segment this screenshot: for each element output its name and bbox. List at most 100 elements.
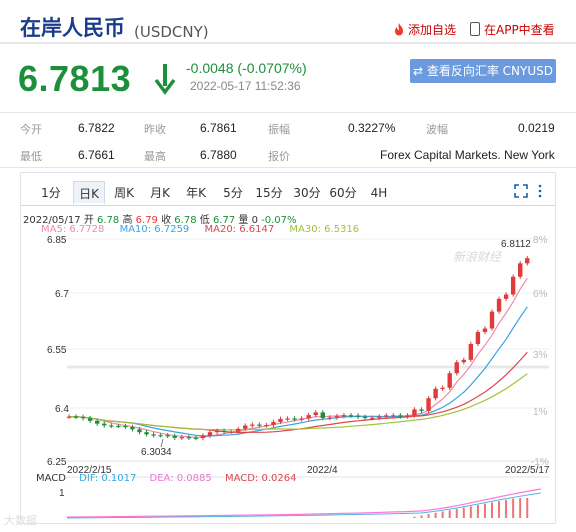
macd-bar [427,514,430,518]
candle-body [271,421,276,426]
candle-body [186,437,192,439]
stat-value-prev-close: 6.7861 [200,121,237,135]
candle-body [525,258,530,264]
candle-body [236,428,241,432]
low-annotation: 6.3034 [141,447,172,458]
candle-body [137,429,142,433]
candle-body [454,362,459,374]
price-change: -0.0048 (-0.0707%) [186,60,307,76]
candle-body [369,417,375,420]
candle-body [285,418,290,420]
candle-body [221,430,227,432]
candle-body [172,435,177,438]
fire-icon [395,23,403,36]
candle-body [228,431,234,433]
chart-watermark: 新浪财经 [453,250,503,264]
down-arrow-icon [154,64,176,95]
macd-bar [434,512,437,518]
candle-body [440,387,445,389]
macd-bar [441,511,444,518]
x-label-1: 2022/4 [307,465,338,476]
y-right-tick-3: 1% [533,407,548,418]
candle-body [264,425,269,427]
macd-bar [505,499,508,518]
candle-body [87,418,93,421]
candles [66,255,530,441]
candle-body [200,435,206,439]
y-right-tick-1: 6% [533,289,548,300]
candle-body [243,425,248,429]
moving-average-lines [68,277,528,438]
macd-tick: 1 [59,488,65,499]
footer-watermark: 大数据 [4,514,37,527]
stat-value-open: 6.7822 [78,121,115,135]
current-price: 6.7813 [18,58,132,99]
candle-body [313,412,318,416]
candle-body [362,416,368,419]
y-tick-2: 6.55 [47,345,67,356]
candle-body [334,416,340,418]
y-tick-4: 6.25 [47,457,67,468]
macd-bar [413,516,416,518]
ma5-line [68,277,528,438]
macd-bar [448,510,451,518]
candle-body [489,311,495,329]
y-right-tick-0: 8% [533,235,548,246]
candle-body [419,409,424,411]
candle-body [73,416,79,418]
stat-label-prev-close: 昨收 [144,123,166,136]
candle-body [109,425,114,427]
candle-body [518,263,523,277]
stats-row-2: 最低 6.7661 最高 6.7880 报价 Forex Capital Mar… [0,145,576,173]
y-tick-3: 6.4 [55,404,69,415]
macd-bar [469,506,472,518]
macd-dea-label: DEA: 0.0885 [149,473,212,484]
stats-row-1: 今开 6.7822 昨收 6.7861 振幅 0.3227% 波幅 0.0219 [0,118,576,146]
reverse-rate-button[interactable]: ⇄ 查看反向汇率 CNYUSD [410,59,556,83]
candle-body [433,388,438,399]
macd-dif-label: DIF: 0.1017 [79,473,137,484]
candle-body [475,331,481,344]
candle-body [468,343,474,360]
macd-histogram [413,498,529,518]
stat-label-high: 最高 [144,150,166,163]
macd-bar [519,498,522,518]
currency-symbol: (USDCNY) [134,23,209,41]
macd-bar [462,507,465,518]
macd-bar [420,515,423,518]
candle-body [398,415,403,417]
stat-value-quote-source: Forex Capital Markets. New York [380,148,555,162]
candle-body [292,418,297,420]
open-in-app-link[interactable]: 在APP中查看 [470,21,555,38]
candle-body [341,415,347,417]
candle-body [95,420,100,424]
candle-body [158,435,163,437]
add-watchlist-link[interactable]: 添加自选 [392,21,456,38]
candle-body [102,423,107,426]
open-in-app-label: 在APP中查看 [484,23,555,37]
macd-bar [498,501,501,518]
macd-bar [483,503,486,518]
macd-bar [512,498,515,518]
candle-body [207,432,213,436]
candle-body [377,416,382,418]
page-header: 在岸人民币 (USDCNY) 添加自选 在APP中查看 [0,0,576,44]
y-tick-1: 6.7 [55,289,69,300]
candle-body [355,415,361,417]
candle-body [426,398,431,411]
y-right-tick-2: 3% [533,350,548,361]
candle-body [348,415,354,417]
y-tick-0: 6.85 [47,235,67,246]
candle-body [306,415,311,419]
candle-body [482,328,488,332]
macd-bar [455,508,458,518]
macd-value-label: MACD: 0.0264 [224,473,297,484]
candle-body [384,415,389,417]
candle-body [257,424,262,426]
candle-body [179,437,184,439]
macd-bar [526,498,529,518]
candle-body [214,430,220,433]
stat-label-low: 最低 [20,150,42,163]
candle-body [66,416,72,418]
candle-body [130,426,135,430]
